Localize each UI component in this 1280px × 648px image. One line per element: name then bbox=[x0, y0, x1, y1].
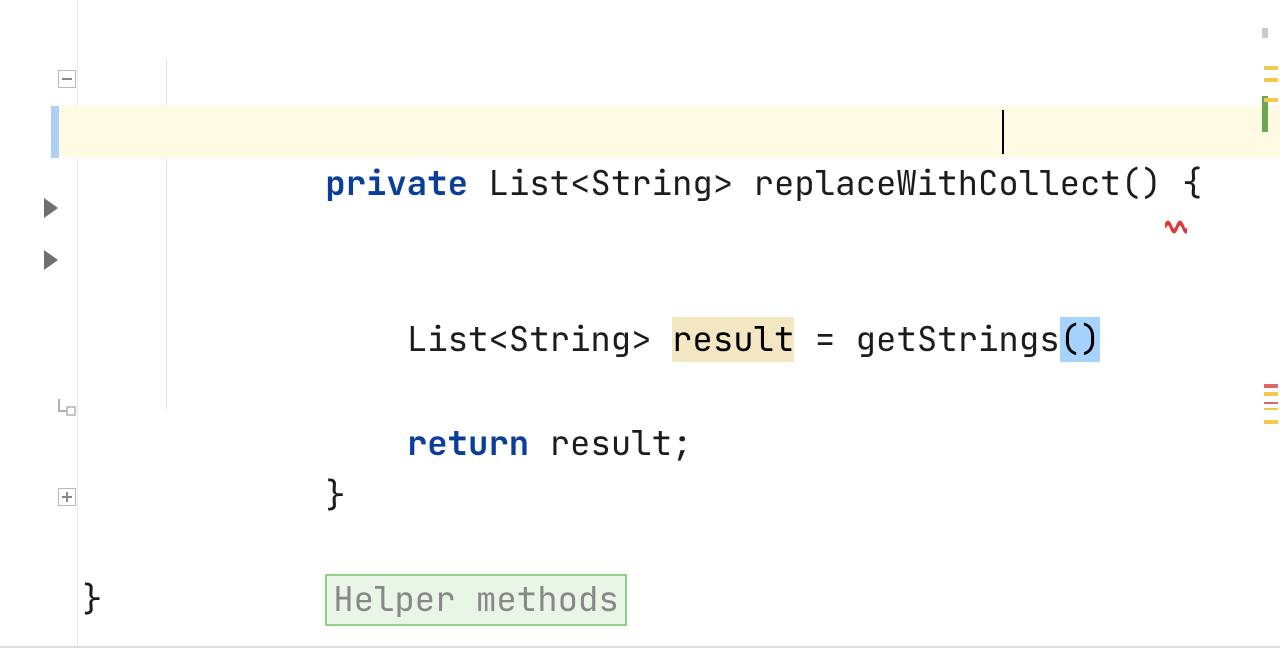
run-gutter-icon[interactable] bbox=[0, 198, 78, 218]
method-name: replaceWithCollect bbox=[754, 161, 1121, 206]
run-gutter-icon[interactable] bbox=[0, 250, 78, 270]
keyword-return: return bbox=[407, 421, 529, 466]
text-caret bbox=[1002, 110, 1004, 154]
code-area[interactable]: private List<String> replaceWithCollect(… bbox=[78, 0, 1260, 648]
ruler-mark-warning[interactable] bbox=[1264, 408, 1278, 410]
fold-expand-icon[interactable] bbox=[0, 488, 78, 506]
ruler-mark-warning[interactable] bbox=[1264, 392, 1278, 396]
overview-ruler[interactable] bbox=[1260, 0, 1280, 648]
fold-end-icon[interactable] bbox=[0, 382, 78, 400]
code-line[interactable]: } bbox=[78, 366, 1260, 418]
type-list-string: List<String> bbox=[468, 161, 754, 206]
breakpoint-stripe bbox=[51, 106, 59, 158]
code-line[interactable]: return result; bbox=[78, 314, 1260, 366]
ruler-mark-error[interactable] bbox=[1264, 384, 1278, 388]
current-line-highlight bbox=[51, 106, 1280, 158]
code-line-current[interactable]: List<String> result = getStrings() bbox=[78, 106, 1260, 158]
folded-region-helper-methods[interactable]: Helper methods bbox=[325, 574, 627, 626]
brace-close-outer: } bbox=[82, 574, 102, 626]
ruler-mark[interactable] bbox=[1262, 28, 1268, 38]
code-line[interactable]: } bbox=[78, 522, 1260, 574]
ruler-mark-warning[interactable] bbox=[1264, 420, 1278, 424]
gutter bbox=[0, 0, 78, 648]
ruler-mark-error[interactable] bbox=[1264, 402, 1278, 404]
ruler-mark-warning[interactable] bbox=[1264, 98, 1278, 102]
ruler-mark-warning[interactable] bbox=[1264, 66, 1278, 70]
code-line[interactable]: Helper methods bbox=[78, 470, 1260, 522]
parens-brace: () { bbox=[1121, 161, 1203, 206]
ruler-mark-warning[interactable] bbox=[1264, 78, 1278, 82]
return-expr: result; bbox=[529, 421, 692, 466]
fold-collapse-icon[interactable] bbox=[0, 70, 78, 88]
keyword-private: private bbox=[325, 161, 468, 206]
code-editor[interactable]: private List<String> replaceWithCollect(… bbox=[0, 0, 1280, 648]
code-line[interactable]: private List<String> replaceWithCollect(… bbox=[78, 54, 1260, 106]
